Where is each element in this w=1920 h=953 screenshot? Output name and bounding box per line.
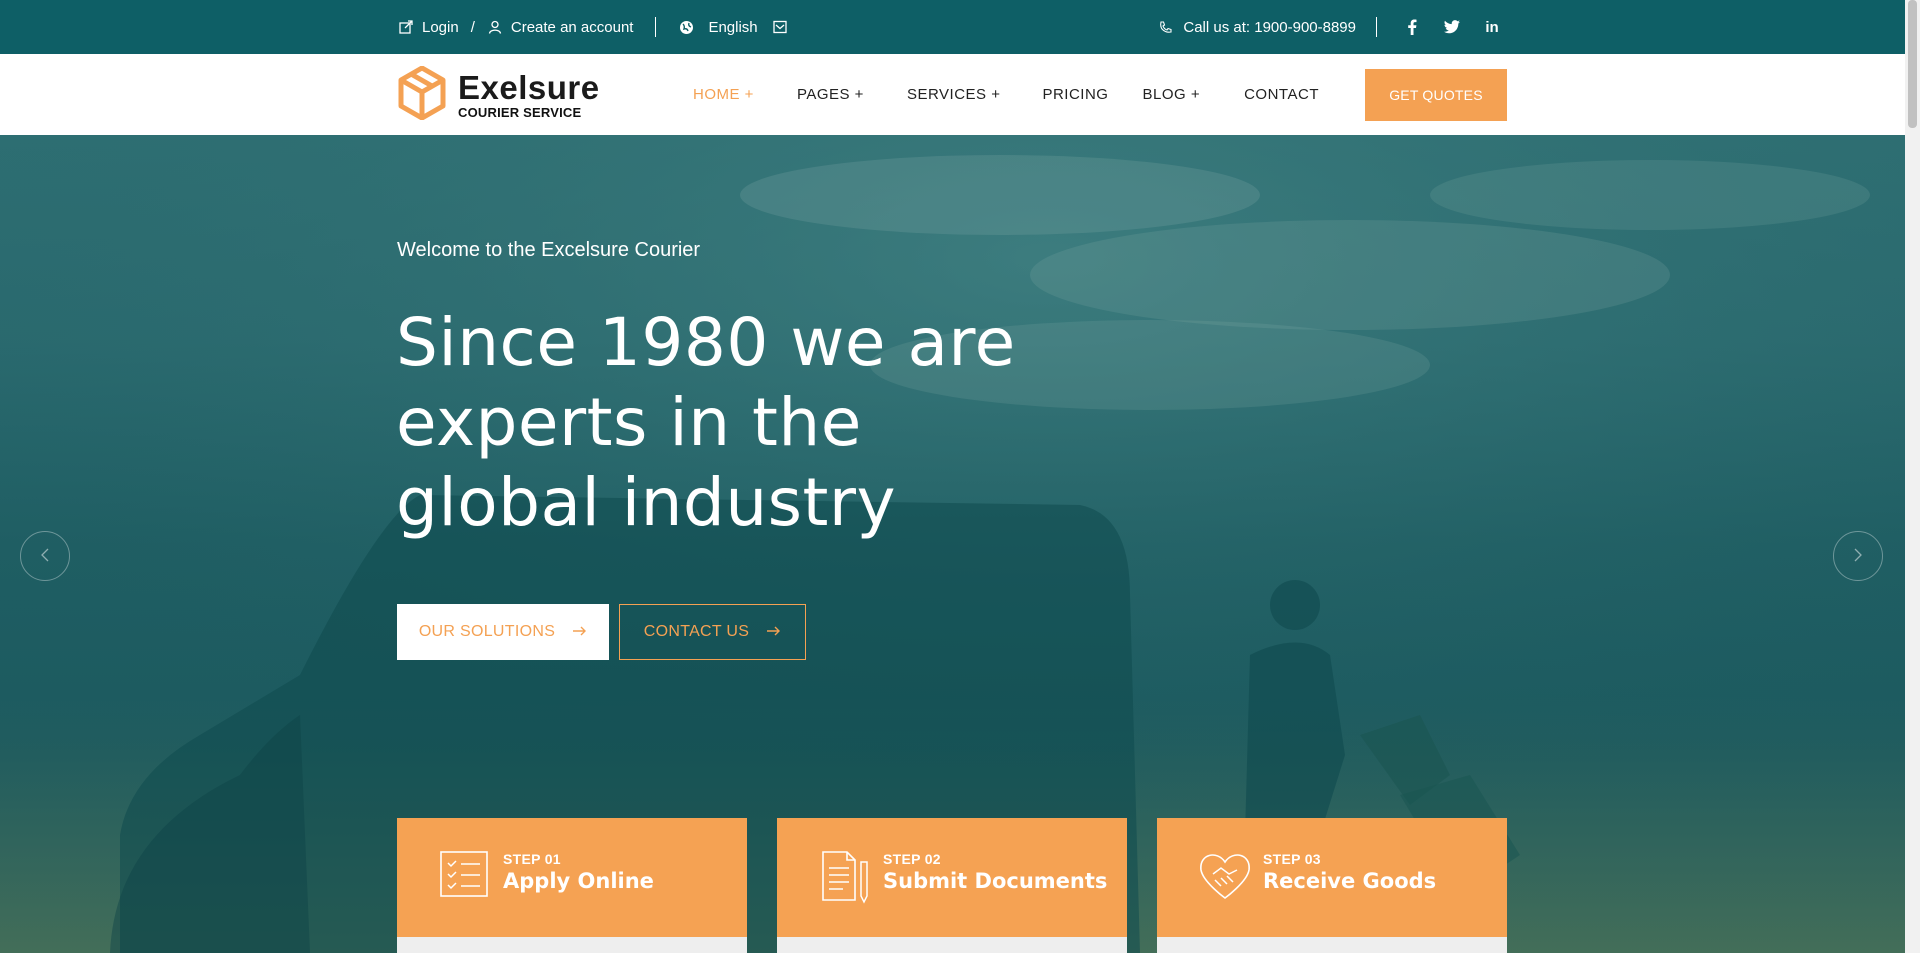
step-card-1-base <box>397 937 747 953</box>
nav-home[interactable]: HOME + <box>693 86 754 103</box>
login-icon <box>398 19 414 35</box>
slider-prev-button[interactable] <box>20 531 70 581</box>
arrow-right-icon <box>767 623 781 641</box>
contact-us-label: CONTACT US <box>643 623 750 640</box>
get-quotes-button[interactable]: GET QUOTES <box>1365 69 1507 121</box>
logo-text: Exelsure COURIER SERVICE <box>458 69 600 121</box>
nav-pricing[interactable]: PRICING <box>1042 86 1108 103</box>
slider-next-button[interactable] <box>1833 531 1883 581</box>
nav-services[interactable]: SERVICES + <box>907 86 1001 103</box>
documents-icon <box>817 848 873 904</box>
linkedin-icon[interactable]: in <box>1477 19 1507 36</box>
chevron-left-icon <box>40 546 50 567</box>
chevron-right-icon <box>1853 546 1863 567</box>
step-card-2[interactable]: STEP 02 Submit Documents <box>777 818 1127 938</box>
call-us-text[interactable]: Call us at: 1900-900-8899 <box>1183 19 1356 36</box>
phone-icon <box>1157 19 1173 35</box>
step-card-3[interactable]: STEP 03 Receive Goods <box>1157 818 1507 938</box>
scrollbar-thumb[interactable] <box>1908 0 1917 128</box>
step-number: STEP 01 <box>503 851 561 867</box>
step-title: Apply Online <box>503 869 654 893</box>
login-link[interactable]: Login <box>422 19 459 36</box>
brand-tagline: COURIER SERVICE <box>458 105 582 120</box>
nav-pages[interactable]: PAGES + <box>797 86 864 103</box>
facebook-icon[interactable] <box>1397 19 1427 35</box>
login-separator: / <box>470 18 475 36</box>
brand-name: Exelsure <box>458 69 600 106</box>
twitter-icon[interactable] <box>1437 20 1467 34</box>
main-navbar: Exelsure COURIER SERVICE HOME + PAGES + … <box>0 54 1905 135</box>
logo[interactable]: Exelsure COURIER SERVICE <box>398 65 600 125</box>
mail-icon[interactable] <box>772 19 788 35</box>
language-selector[interactable]: English <box>708 19 757 36</box>
our-solutions-button[interactable]: OUR SOLUTIONS <box>397 604 609 660</box>
our-solutions-label: OUR SOLUTIONS <box>418 623 556 640</box>
step-card-3-base <box>1157 937 1507 953</box>
handshake-icon <box>1197 848 1253 904</box>
user-icon <box>487 19 503 35</box>
step-card-2-base <box>777 937 1127 953</box>
hero-headline: Since 1980 we are experts in the global … <box>396 304 1016 541</box>
step-number: STEP 02 <box>883 851 941 867</box>
page-scrollbar[interactable] <box>1905 0 1920 953</box>
top-bar: Login / Create an account English Call u… <box>0 0 1905 54</box>
top-bar-left: Login / Create an account English <box>398 0 788 54</box>
box-logo-icon <box>398 65 446 125</box>
main-menu: HOME + PAGES + SERVICES + PRICING BLOG +… <box>693 54 1319 135</box>
divider <box>655 17 657 37</box>
nav-blog[interactable]: BLOG + <box>1142 86 1200 103</box>
arrow-right-icon <box>573 623 587 641</box>
checklist-icon <box>437 848 493 904</box>
nav-contact[interactable]: CONTACT <box>1244 86 1319 103</box>
divider <box>1376 17 1377 37</box>
hero-slider: Welcome to the Excelsure Courier Since 1… <box>0 135 1905 953</box>
top-bar-right: Call us at: 1900-900-8899 in <box>1157 0 1507 54</box>
step-card-1[interactable]: STEP 01 Apply Online <box>397 818 747 938</box>
hero-welcome-text: Welcome to the Excelsure Courier <box>397 239 701 261</box>
contact-us-button[interactable]: CONTACT US <box>619 604 806 660</box>
step-title: Submit Documents <box>883 869 1108 893</box>
step-title: Receive Goods <box>1263 869 1437 893</box>
globe-icon <box>678 19 694 35</box>
step-number: STEP 03 <box>1263 851 1321 867</box>
create-account-link[interactable]: Create an account <box>511 19 634 36</box>
